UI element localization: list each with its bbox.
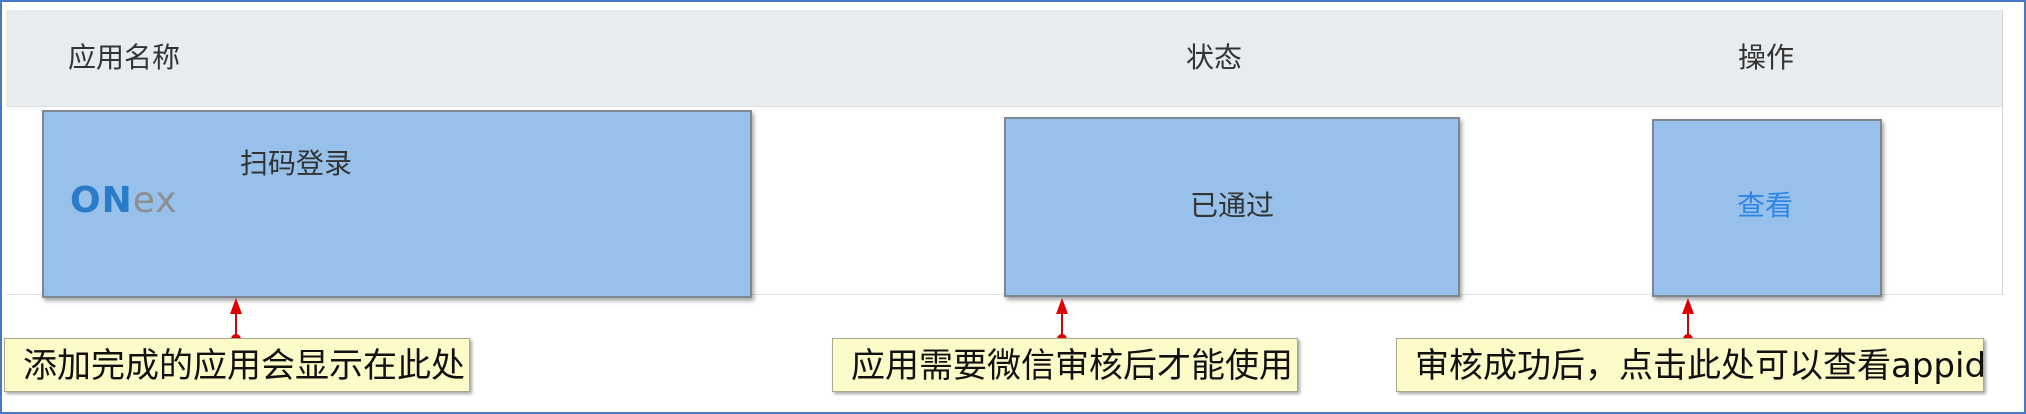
annotation-note-action: 审核成功后，点击此处可以查看appid (1396, 338, 1986, 392)
onex-logo-icon: ONex (70, 180, 178, 221)
annotation-note-app: 添加完成的应用会显示在此处 (4, 338, 470, 392)
column-header-app-name: 应用名称 (68, 41, 181, 74)
view-link[interactable]: 查看 (1737, 184, 1793, 224)
logo-text-on: ON (70, 180, 133, 221)
status-text: 已通过 (1190, 189, 1275, 222)
annotation-note-status: 应用需要微信审核后才能使用 (832, 338, 1298, 392)
column-header-status: 状态 (1186, 41, 1243, 74)
logo-text-ex: ex (132, 180, 178, 221)
app-name-text: 扫码登录 (240, 147, 353, 180)
column-header-action: 操作 (1738, 41, 1795, 74)
table-header: 应用名称 状态 操作 (6, 10, 2002, 107)
